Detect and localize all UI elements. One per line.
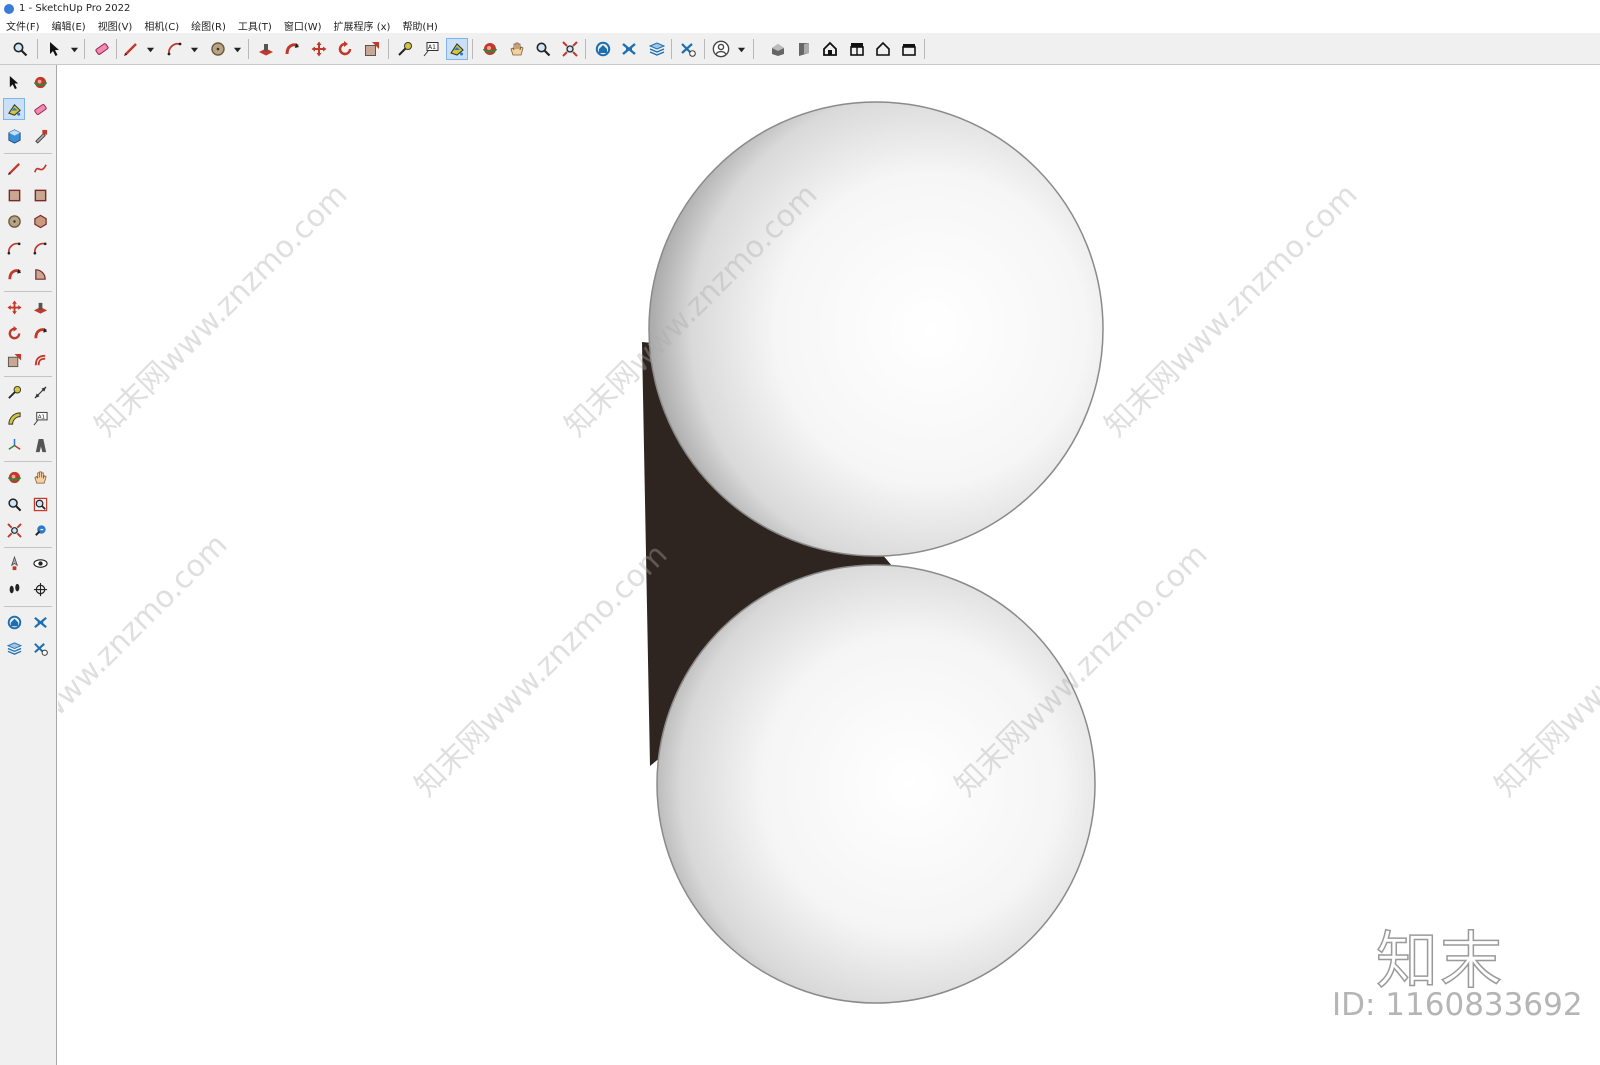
tape-measure-icon[interactable] [394, 38, 416, 60]
left-view-icon[interactable] [898, 38, 920, 60]
menu-help[interactable]: 帮助(H) [402, 18, 437, 33]
offset-tool-icon[interactable] [29, 349, 51, 371]
model-id-label: ID: 1160833692 [1332, 987, 1583, 1023]
zoom-tool-icon[interactable] [3, 493, 25, 515]
two-point-arc-icon[interactable] [29, 237, 51, 259]
layout-icon[interactable] [646, 38, 668, 60]
3d-text-icon[interactable] [29, 434, 51, 456]
move-tool-icon[interactable] [308, 38, 330, 60]
extension-warehouse-icon[interactable] [29, 611, 51, 633]
paint-bucket-icon[interactable] [446, 38, 468, 60]
sketchup-logo-icon [4, 3, 14, 14]
menu-extensions[interactable]: 扩展程序 (x) [334, 18, 391, 33]
line-tool-icon[interactable] [3, 157, 25, 179]
title-bar: 1 - SketchUp Pro 2022 [0, 0, 1600, 17]
paint-bucket-icon[interactable] [3, 98, 25, 120]
orbit-tool-icon[interactable] [479, 38, 501, 60]
move-tool-icon[interactable] [3, 296, 25, 318]
arc-dropdown-icon[interactable] [189, 42, 199, 56]
top-view-icon[interactable] [793, 38, 815, 60]
extension-manager-icon[interactable] [677, 38, 699, 60]
menu-tools[interactable]: 工具(T) [238, 18, 272, 33]
extension-manager-icon[interactable] [29, 637, 51, 659]
pan-tool-icon[interactable] [29, 466, 51, 488]
axes-tool-icon[interactable] [3, 434, 25, 456]
dimension-tool-icon[interactable] [29, 381, 51, 403]
arc-tool-icon[interactable] [3, 237, 25, 259]
zoom-extents-icon[interactable] [3, 519, 25, 541]
push-pull-icon[interactable] [255, 38, 277, 60]
scale-tool-icon[interactable] [361, 38, 383, 60]
menu-view[interactable]: 视图(V) [98, 18, 133, 33]
menu-bar: 文件(F) 编辑(E) 视图(V) 相机(C) 绘图(R) 工具(T) 窗口(W… [0, 17, 1600, 33]
zoom-tool-icon[interactable] [532, 38, 554, 60]
pie-tool-icon[interactable] [29, 263, 51, 285]
sample-paint-icon[interactable] [29, 125, 51, 147]
zoom-window-icon[interactable] [29, 493, 51, 515]
eraser-tool-icon[interactable] [91, 38, 113, 60]
protractor-tool-icon[interactable] [3, 407, 25, 429]
front-view-icon[interactable] [819, 38, 841, 60]
position-camera-icon[interactable] [3, 552, 25, 574]
select-tool-icon[interactable] [44, 38, 66, 60]
menu-camera[interactable]: 相机(C) [144, 18, 179, 33]
scale-tool-icon[interactable] [3, 349, 25, 371]
top-toolbar [0, 33, 1600, 65]
text-tool-icon[interactable] [420, 38, 442, 60]
tape-measure-icon[interactable] [3, 381, 25, 403]
push-pull-icon[interactable] [29, 296, 51, 318]
text-tool-icon[interactable] [29, 407, 51, 429]
rotate-tool-icon[interactable] [3, 322, 25, 344]
lower-globe [656, 564, 1096, 1004]
arc-tool-icon[interactable] [164, 38, 186, 60]
pan-tool-icon[interactable] [506, 38, 528, 60]
right-view-icon[interactable] [846, 38, 868, 60]
lasso-select-icon[interactable] [29, 71, 51, 93]
3d-warehouse-icon[interactable] [3, 611, 25, 633]
three-point-arc-icon[interactable] [3, 263, 25, 285]
polygon-tool-icon[interactable] [29, 210, 51, 232]
menu-window[interactable]: 窗口(W) [284, 18, 322, 33]
circle-tool-icon[interactable] [207, 38, 229, 60]
look-around-icon[interactable] [29, 552, 51, 574]
orbit-tool-icon[interactable] [3, 466, 25, 488]
user-account-icon[interactable] [710, 38, 732, 60]
eraser-tool-icon[interactable] [29, 98, 51, 120]
model-scene [642, 101, 1104, 1004]
shape-dropdown-icon[interactable] [232, 42, 242, 56]
follow-me-icon[interactable] [281, 38, 303, 60]
freehand-tool-icon[interactable] [29, 157, 51, 179]
model-viewport[interactable]: 知末网www.znzmo.com 知末网www.znzmo.com 知末网www… [58, 66, 1600, 1065]
rotate-tool-icon[interactable] [334, 38, 356, 60]
line-tool-icon[interactable] [120, 38, 142, 60]
select-tool-icon[interactable] [3, 71, 25, 93]
previous-view-icon[interactable] [29, 519, 51, 541]
follow-me-icon[interactable] [29, 322, 51, 344]
layout-icon[interactable] [3, 637, 25, 659]
3d-warehouse-icon[interactable] [592, 38, 614, 60]
extension-warehouse-icon[interactable] [618, 38, 640, 60]
rectangle-tool-icon[interactable] [3, 184, 25, 206]
account-dropdown-icon[interactable] [736, 42, 746, 56]
menu-edit[interactable]: 编辑(E) [52, 18, 86, 33]
section-plane-icon[interactable] [29, 578, 51, 600]
menu-file[interactable]: 文件(F) [6, 18, 40, 33]
upper-globe [648, 101, 1104, 557]
iso-view-icon[interactable] [767, 38, 789, 60]
back-view-icon[interactable] [872, 38, 894, 60]
walk-tool-icon[interactable] [3, 578, 25, 600]
select-dropdown-icon[interactable] [69, 42, 79, 56]
rotated-rectangle-icon[interactable] [29, 184, 51, 206]
left-toolbar [0, 65, 57, 1065]
zoom-extents-icon[interactable] [559, 38, 581, 60]
search-icon[interactable] [9, 38, 31, 60]
line-dropdown-icon[interactable] [145, 42, 155, 56]
window-title: 1 - SketchUp Pro 2022 [19, 3, 131, 14]
make-component-icon[interactable] [3, 125, 25, 147]
menu-draw[interactable]: 绘图(R) [191, 18, 226, 33]
circle-tool-icon[interactable] [3, 210, 25, 232]
